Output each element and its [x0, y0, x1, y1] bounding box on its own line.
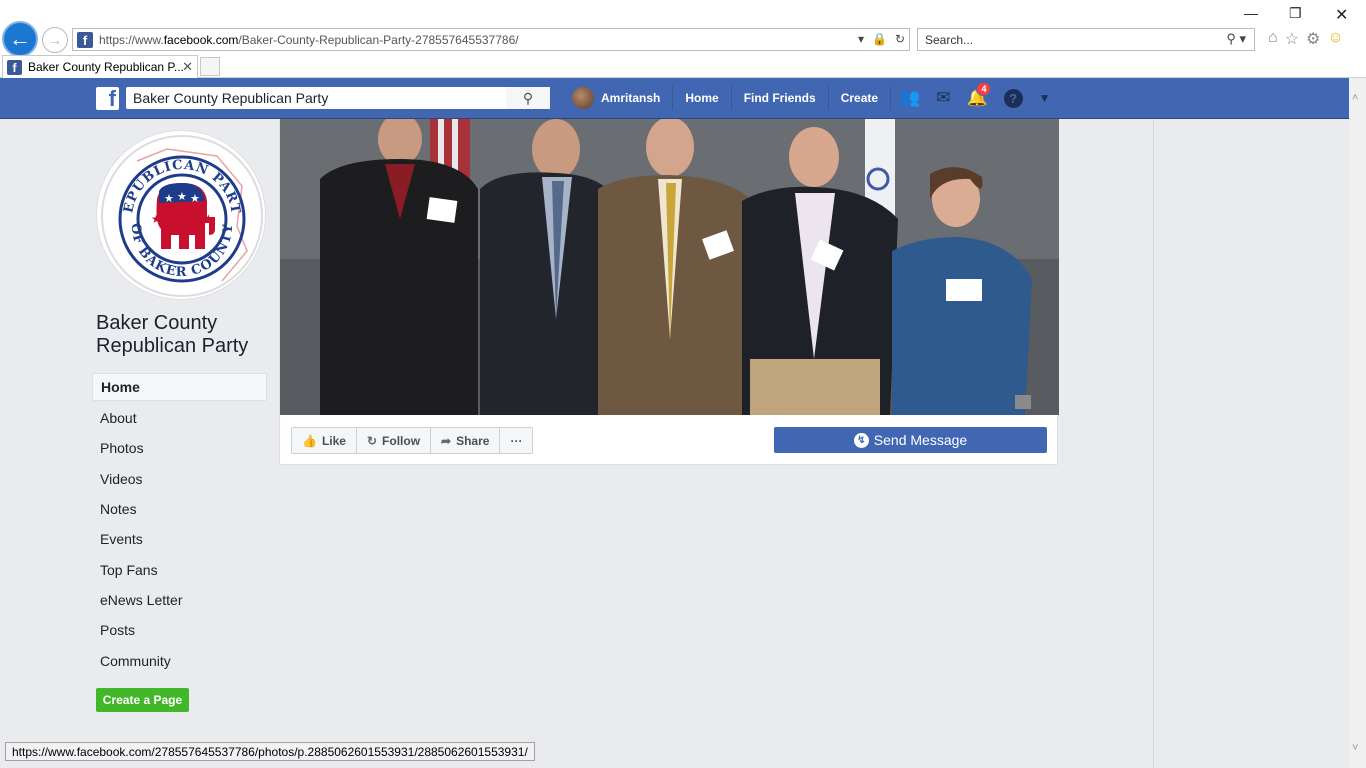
fb-search-button[interactable]: ⚲ [506, 87, 550, 109]
thumbs-up-icon: 👍 [302, 433, 317, 448]
restore-icon[interactable]: ❐ [1289, 5, 1302, 22]
page-profile-logo[interactable]: REPUBLICAN PARTY OF BAKER COUNTY ★ ★ ★ ★… [96, 130, 266, 300]
svg-text:★: ★ [164, 193, 174, 205]
facebook-favicon-icon: f [7, 59, 22, 75]
share-arrow-icon: ➦ [441, 433, 452, 448]
lock-icon[interactable]: 🔒 [872, 32, 887, 46]
nav-item-videos[interactable]: Videos [92, 464, 267, 494]
messenger-icon: ↯ [853, 432, 869, 448]
notification-badge: 4 [976, 82, 992, 96]
minimize-icon[interactable]: — [1244, 5, 1258, 21]
follow-button[interactable]: ↻ Follow [357, 428, 432, 453]
messenger-icon[interactable]: ✉ [936, 88, 950, 108]
close-tab-icon[interactable]: ✕ [182, 59, 193, 75]
svg-text:★: ★ [190, 193, 200, 205]
rss-icon: ↻ [366, 433, 378, 448]
nav-profile-link[interactable]: Amritansh [601, 86, 674, 110]
facebook-header: f Baker County Republican Party ⚲ Amrita… [0, 78, 1349, 119]
favorites-star-icon[interactable]: ☆ [1285, 29, 1299, 49]
nav-item-posts[interactable]: Posts [92, 615, 267, 645]
notifications-bell-icon[interactable]: 🔔 4 [966, 82, 992, 108]
browser-toolbar: — ❐ ✕ ← → f https://www.facebook.com/Bak… [0, 0, 1366, 57]
help-icon[interactable]: ? [1003, 88, 1023, 108]
page-body: REPUBLICAN PARTY OF BAKER COUNTY ★ ★ ★ ★… [0, 119, 1349, 768]
refresh-icon[interactable]: ↻ [895, 32, 905, 46]
account-menu-chevron-icon[interactable]: ▼ [1039, 91, 1051, 105]
divider [1153, 119, 1154, 768]
page-title[interactable]: Baker County Republican Party [96, 312, 271, 358]
nav-item-enews-letter[interactable]: eNews Letter [92, 585, 267, 615]
more-options-button[interactable]: ··· [500, 428, 532, 453]
create-page-button[interactable]: Create a Page [96, 688, 189, 712]
tab-title: Baker County Republican P... [28, 60, 184, 74]
forward-button[interactable]: → [42, 27, 68, 53]
scrollbar[interactable]: ˄ ˅ [1349, 78, 1366, 768]
new-tab-button[interactable] [200, 57, 220, 76]
address-bar[interactable]: f https://www.facebook.com/Baker-County-… [72, 28, 910, 51]
cover-card: 👍 Like ↻ Follow ➦ Share ··· ↯ Send Message [279, 119, 1059, 465]
nav-item-notes[interactable]: Notes [92, 494, 267, 524]
status-bar-url: https://www.facebook.com/278557645537786… [5, 742, 535, 761]
page-left-nav: Home About Photos Videos Notes Events To… [92, 373, 267, 676]
smiley-feedback-icon[interactable]: ☺ [1327, 29, 1343, 49]
nav-create-link[interactable]: Create [829, 86, 892, 110]
address-url: https://www.facebook.com/Baker-County-Re… [99, 32, 519, 47]
facebook-logo-icon[interactable]: f [96, 87, 119, 110]
page-action-bar: 👍 Like ↻ Follow ➦ Share ··· [291, 427, 534, 454]
nav-home-link[interactable]: Home [673, 86, 732, 110]
nav-item-photos[interactable]: Photos [92, 433, 267, 463]
tab-strip: f Baker County Republican P... ✕ [0, 55, 1366, 78]
close-window-icon[interactable]: ✕ [1335, 5, 1348, 25]
browser-search-input[interactable]: Search... ⚲ ▾ [917, 28, 1255, 51]
browser-tab[interactable]: f Baker County Republican P... ✕ [2, 55, 198, 78]
settings-gear-icon[interactable]: ⚙ [1306, 29, 1320, 49]
fb-nav: Amritansh Home Find Friends Create 👥 ✉ 🔔… [572, 82, 1059, 110]
scroll-up-chevron-icon[interactable]: ˄ [1352, 92, 1358, 104]
nav-item-events[interactable]: Events [92, 524, 267, 554]
cover-photo[interactable] [280, 119, 1059, 415]
search-icon[interactable]: ⚲ ▾ [1226, 31, 1246, 47]
send-message-button[interactable]: ↯ Send Message [774, 427, 1047, 453]
nav-item-home[interactable]: Home [92, 373, 267, 401]
share-button[interactable]: ➦ Share [431, 428, 501, 453]
avatar[interactable] [572, 87, 594, 109]
nav-item-top-fans[interactable]: Top Fans [92, 554, 267, 584]
nav-item-about[interactable]: About [92, 403, 267, 433]
search-icon: ⚲ [522, 89, 534, 106]
fb-search-input[interactable]: Baker County Republican Party [126, 87, 550, 109]
home-icon[interactable]: ⌂ [1268, 29, 1278, 49]
like-button[interactable]: 👍 Like [292, 428, 357, 453]
nav-item-community[interactable]: Community [92, 645, 267, 675]
back-button[interactable]: ← [2, 21, 38, 57]
nav-find-friends-link[interactable]: Find Friends [732, 86, 829, 110]
friend-requests-icon[interactable]: 👥 [899, 88, 920, 108]
facebook-favicon-icon: f [77, 31, 93, 48]
svg-text:★: ★ [177, 191, 187, 203]
scroll-down-chevron-icon[interactable]: ˅ [1352, 742, 1358, 754]
dropdown-icon[interactable]: ▾ [858, 32, 864, 46]
